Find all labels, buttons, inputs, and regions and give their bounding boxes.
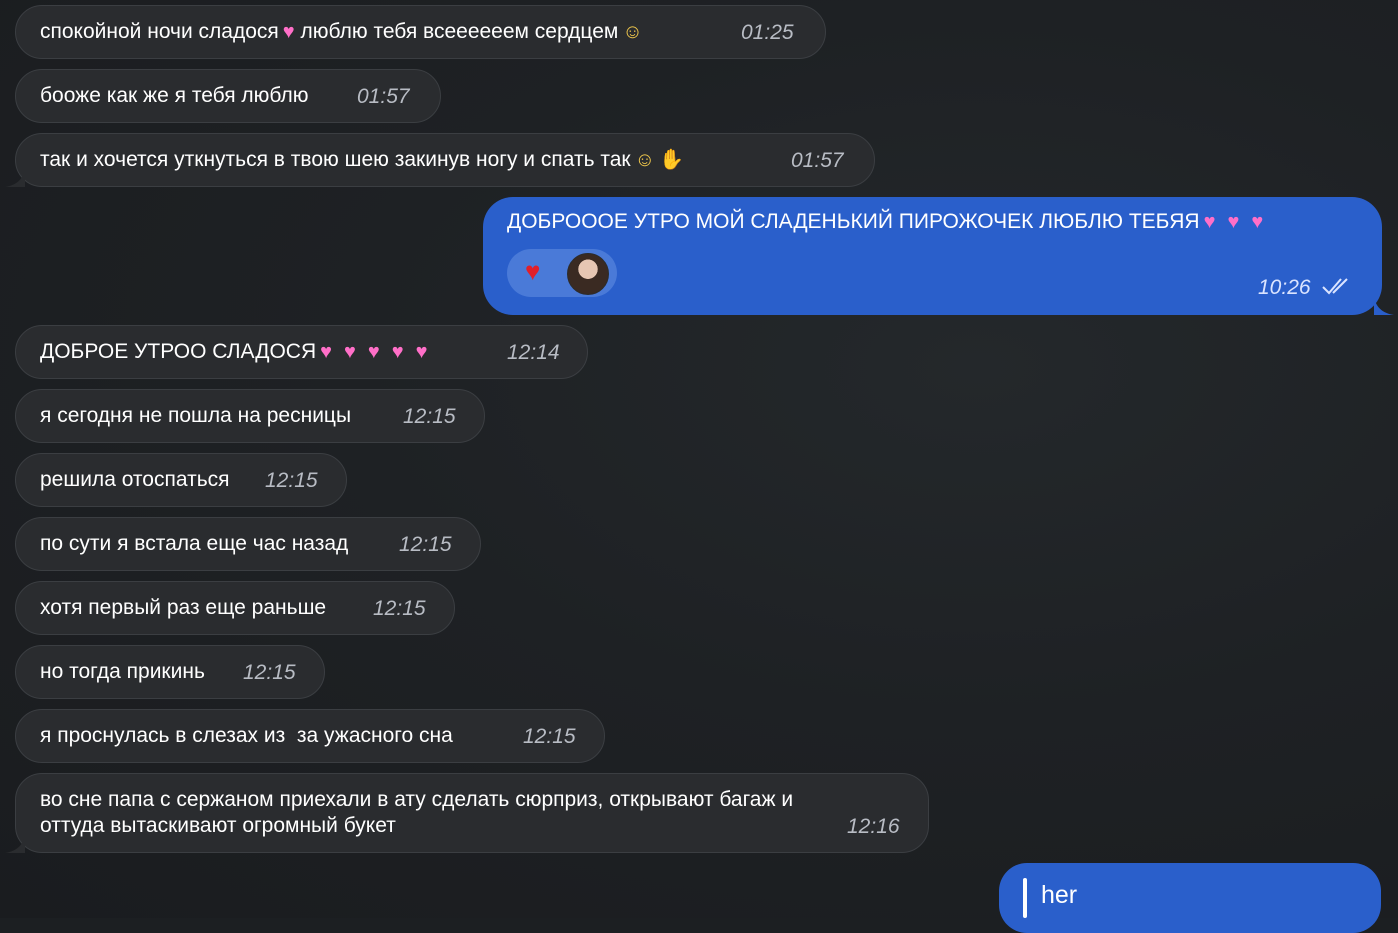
message-bubble-incoming[interactable]: я проснулась в слезах из за ужасного сна…	[15, 709, 605, 763]
reply-bar	[1023, 878, 1027, 918]
message-bubble-incoming[interactable]: спокойной ночи сладося ♥ люблю тебя всеее…	[15, 5, 826, 59]
message-time: 01:57	[791, 149, 844, 172]
message-text-wrap: ДОБРОЕ УТРОО СЛАДОСЯ ♥ ♥ ♥ ♥ ♥	[40, 339, 428, 365]
message-bubble-incoming[interactable]: во сне папа с сержаном приехали в ату сд…	[15, 773, 929, 853]
sneezing-face-emoji-icon: ☺	[622, 21, 643, 43]
message-time: 12:14	[507, 341, 560, 364]
message-time: 10:26	[1258, 276, 1311, 299]
heart-emoji-icon: ♥	[320, 341, 332, 363]
message-text: ДОБРОООЕ УТРО МОЙ СЛАДЕНЬКИЙ ПИРОЖОЧЕК Л…	[507, 210, 1200, 233]
message-text-wrap: спокойной ночи сладося ♥ люблю тебя всеее…	[40, 19, 643, 45]
message-bubble-outgoing[interactable]: ДОБРОООЕ УТРО МОЙ СЛАДЕНЬКИЙ ПИРОЖОЧЕК Л…	[483, 197, 1382, 315]
message-time: 12:15	[243, 661, 296, 684]
message-text: я проснулась в слезах из за ужасного сна	[40, 724, 453, 747]
message-text-wrap: во сне папа с сержаном приехали в ату сд…	[40, 787, 793, 839]
heart-emoji-icon: ♥	[415, 341, 428, 363]
message-text: решила отоспаться	[40, 468, 230, 491]
message-text: по сути я встала еще час назад	[40, 532, 349, 555]
message-bubble-incoming[interactable]: я сегодня не пошла на ресницы 12:15	[15, 389, 485, 443]
red-heart-icon: ♥	[525, 256, 541, 286]
message-text-wrap: ДОБРОООЕ УТРО МОЙ СЛАДЕНЬКИЙ ПИРОЖОЧЕК Л…	[507, 209, 1263, 235]
heart-emoji-icon: ♥	[344, 341, 356, 363]
message-bubble-incoming[interactable]: ДОБРОЕ УТРОО СЛАДОСЯ ♥ ♥ ♥ ♥ ♥ 12:14	[15, 325, 588, 379]
message-text-continued: оттуда вытаскивают огромный букет	[40, 814, 396, 837]
message-time: 12:15	[399, 533, 452, 556]
reaction-chip[interactable]: ♥	[507, 249, 617, 297]
message-time: 12:16	[847, 815, 900, 838]
reply-preview[interactable]: her	[999, 863, 1381, 933]
message-time: 12:15	[403, 405, 456, 428]
message-bubble-incoming[interactable]: бооже как же я тебя люблю 01:57	[15, 69, 441, 123]
message-text: я сегодня не пошла на ресницы	[40, 404, 352, 427]
avatar	[567, 253, 609, 295]
message-bubble-incoming[interactable]: но тогда прикинь 12:15	[15, 645, 325, 699]
bubble-tail	[1374, 297, 1394, 315]
message-text: спокойной ночи сладося	[40, 20, 279, 43]
message-bubble-incoming[interactable]: по сути я встала еще час назад 12:15	[15, 517, 481, 571]
heart-emoji-icon: ♥	[367, 341, 380, 363]
message-time: 12:15	[265, 469, 318, 492]
message-time: 12:15	[523, 725, 576, 748]
message-time: 01:57	[357, 85, 410, 108]
reply-label: her	[1041, 881, 1078, 909]
bubble-tail	[5, 169, 25, 187]
bubble-tail	[5, 835, 25, 853]
message-bubble-incoming[interactable]: решила отоспаться 12:15	[15, 453, 347, 507]
heart-emoji-icon: ♥	[1227, 211, 1240, 233]
message-time: 12:15	[373, 597, 426, 620]
heart-emoji-icon: ♥	[1251, 211, 1264, 233]
message-text-continued: люблю тебя всеееееем сердцем	[300, 20, 619, 43]
message-time: 01:25	[741, 21, 794, 44]
message-bubble-incoming[interactable]: хотя первый раз еще раньше 12:15	[15, 581, 455, 635]
chat-history[interactable]: спокойной ночи сладося ♥ люблю тебя всеее…	[0, 0, 1398, 933]
pinching-hand-emoji-icon: ✋	[659, 149, 684, 171]
sneezing-face-emoji-icon: ☺	[634, 149, 656, 171]
heart-emoji-icon: ♥	[1203, 211, 1216, 233]
message-text: бооже как же я тебя люблю	[40, 84, 309, 107]
double-check-icon	[1322, 278, 1348, 295]
message-text: но тогда прикинь	[40, 660, 205, 683]
message-text: ДОБРОЕ УТРОО СЛАДОСЯ	[40, 340, 317, 363]
message-text-wrap: так и хочется уткнуться в твою шею закин…	[40, 147, 684, 173]
message-bubble-incoming[interactable]: так и хочется уткнуться в твою шею закин…	[15, 133, 875, 187]
message-text: во сне папа с сержаном приехали в ату сд…	[40, 788, 794, 811]
heart-emoji-icon: ♥	[391, 341, 404, 363]
message-text: так и хочется уткнуться в твою шею закин…	[40, 148, 631, 171]
message-text: хотя первый раз еще раньше	[40, 596, 327, 619]
heart-emoji-icon: ♥	[282, 21, 295, 43]
